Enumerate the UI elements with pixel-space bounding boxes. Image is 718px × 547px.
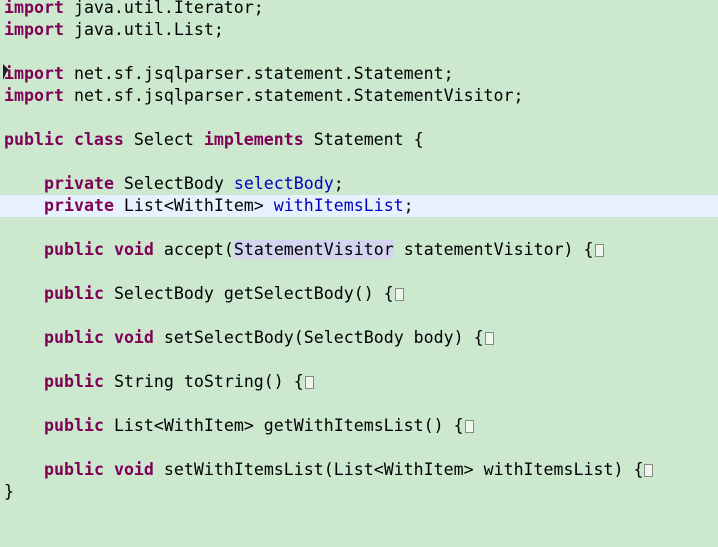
import-path: net.sf.jsqlparser.statement.Statement; [73,64,454,83]
folded-block-icon[interactable] [464,420,474,433]
keyword: private [44,196,114,215]
import-path: java.util.Iterator; [73,0,264,17]
keyword: private [44,174,114,193]
keyword: public [4,130,64,149]
class-name: Select [123,130,204,149]
mouse-cursor-icon [3,64,8,80]
code-line-method-accept[interactable]: public void accept(StatementVisitor stat… [0,239,718,261]
folded-block-icon[interactable] [644,464,654,477]
code-line-method-getselectbody[interactable]: public SelectBody getSelectBody() { [0,283,718,305]
keyword: void [113,328,154,347]
code-line-import-iterator[interactable]: import java.util.Iterator; [0,0,718,19]
keyword: public [44,416,104,435]
keyword: implements [203,130,304,149]
import-path: net.sf.jsqlparser.statement.StatementVis… [73,86,524,105]
code-editor[interactable]: import java.util.Iterator; import java.u… [0,0,718,506]
keyword: void [113,240,154,259]
import-path: java.util.List; [73,20,224,39]
keyword: import [4,20,64,39]
highlighted-occurrence: StatementVisitor [233,240,394,259]
semicolon: ; [403,196,414,215]
keyword: public [44,328,104,347]
keyword: public [44,284,104,303]
code-line-field-selectbody[interactable]: private SelectBody selectBody; [0,173,718,195]
keyword: public [44,240,104,259]
folded-block-icon[interactable] [304,376,314,389]
keyword: public [44,460,104,479]
code-line-method-getwithitemslist[interactable]: public List<WithItem> getWithItemsList()… [0,415,718,437]
code-line-method-setselectbody[interactable]: public void setSelectBody(SelectBody bod… [0,327,718,349]
keyword: public [44,372,104,391]
method-signature: accept( [153,240,234,259]
field-name: selectBody [233,174,334,193]
folded-block-icon[interactable] [484,332,494,345]
code-line-method-tostring[interactable]: public String toString() { [0,371,718,393]
code-line-method-setwithitemslist[interactable]: public void setWithItemsList(List<WithIt… [0,459,718,481]
folded-block-icon[interactable] [594,244,604,257]
code-line-import-list[interactable]: import java.util.List; [0,19,718,41]
closing-brace: } [4,482,14,501]
method-signature: setWithItemsList(List<WithItem> withItem… [153,460,644,479]
method-signature: setSelectBody(SelectBody body) { [153,328,484,347]
interface-name: Statement { [303,130,424,149]
method-signature: SelectBody getSelectBody() { [103,284,394,303]
code-line-import-statement[interactable]: import net.sf.jsqlparser.statement.State… [0,63,718,85]
method-signature-rest: statementVisitor) { [393,240,594,259]
keyword: import [4,86,64,105]
semicolon: ; [333,174,344,193]
keyword: class [73,130,124,149]
method-signature: List<WithItem> getWithItemsList() { [103,416,464,435]
method-signature: String toString() { [103,372,304,391]
code-line-closing-brace[interactable]: } [0,481,718,503]
keyword: import [4,64,64,83]
code-line-class-declaration[interactable]: public class Select implements Statement… [0,129,718,151]
field-name: withItemsList [273,196,404,215]
folded-block-icon[interactable] [394,288,404,301]
keyword: import [4,0,64,17]
code-line-import-visitor[interactable]: import net.sf.jsqlparser.statement.State… [0,85,718,107]
field-type: SelectBody [113,174,234,193]
keyword: void [113,460,154,479]
field-type: List<WithItem> [113,196,274,215]
code-line-field-withitemslist[interactable]: private List<WithItem> withItemsList; [0,195,718,217]
